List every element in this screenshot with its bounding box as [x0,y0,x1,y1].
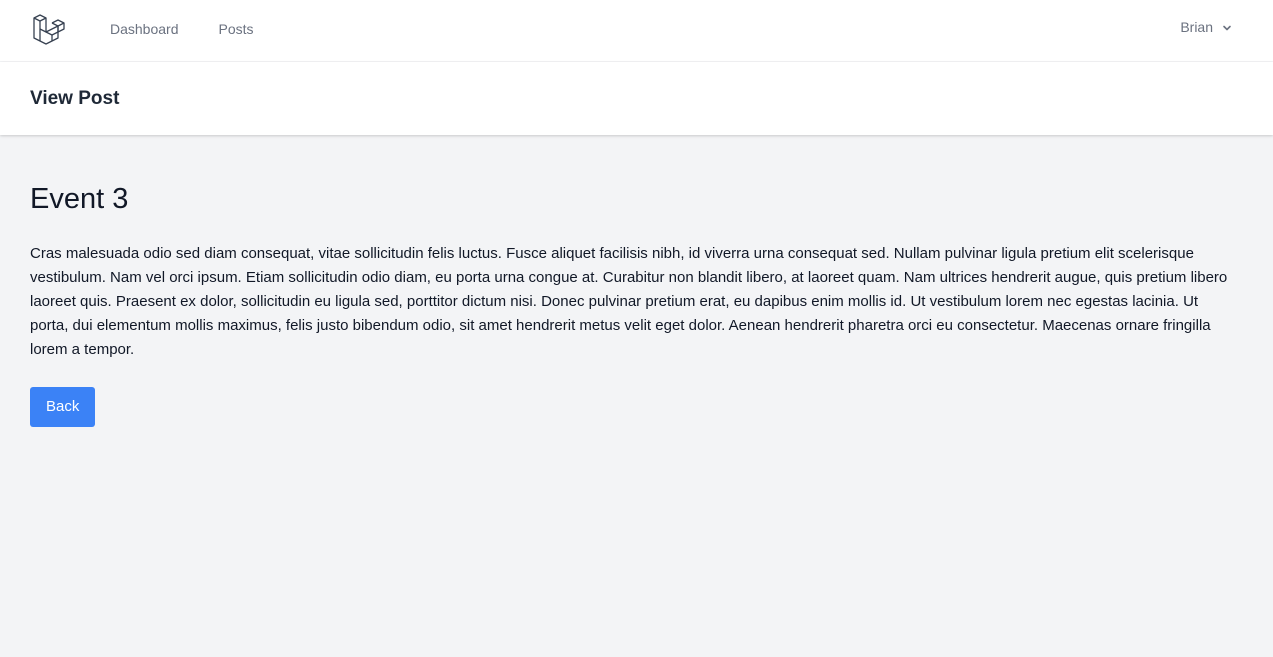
user-name: Brian [1180,19,1213,35]
laravel-logo-icon[interactable] [30,11,66,47]
nav-link-posts[interactable]: Posts [219,21,254,37]
post-content: Event 3 Cras malesuada odio sed diam con… [0,135,1273,427]
chevron-down-icon [1221,21,1233,33]
back-button[interactable]: Back [30,387,96,427]
page-header: View Post [0,62,1273,135]
post-title: Event 3 [30,183,129,215]
post-body: Cras malesuada odio sed diam consequat, … [30,245,1228,358]
user-menu-dropdown[interactable]: Brian [1180,19,1233,35]
top-navigation: Dashboard Posts Brian [0,0,1273,62]
nav-link-dashboard[interactable]: Dashboard [110,21,179,37]
nav-links: Dashboard Posts [110,21,254,37]
page-title: View Post [30,87,120,109]
